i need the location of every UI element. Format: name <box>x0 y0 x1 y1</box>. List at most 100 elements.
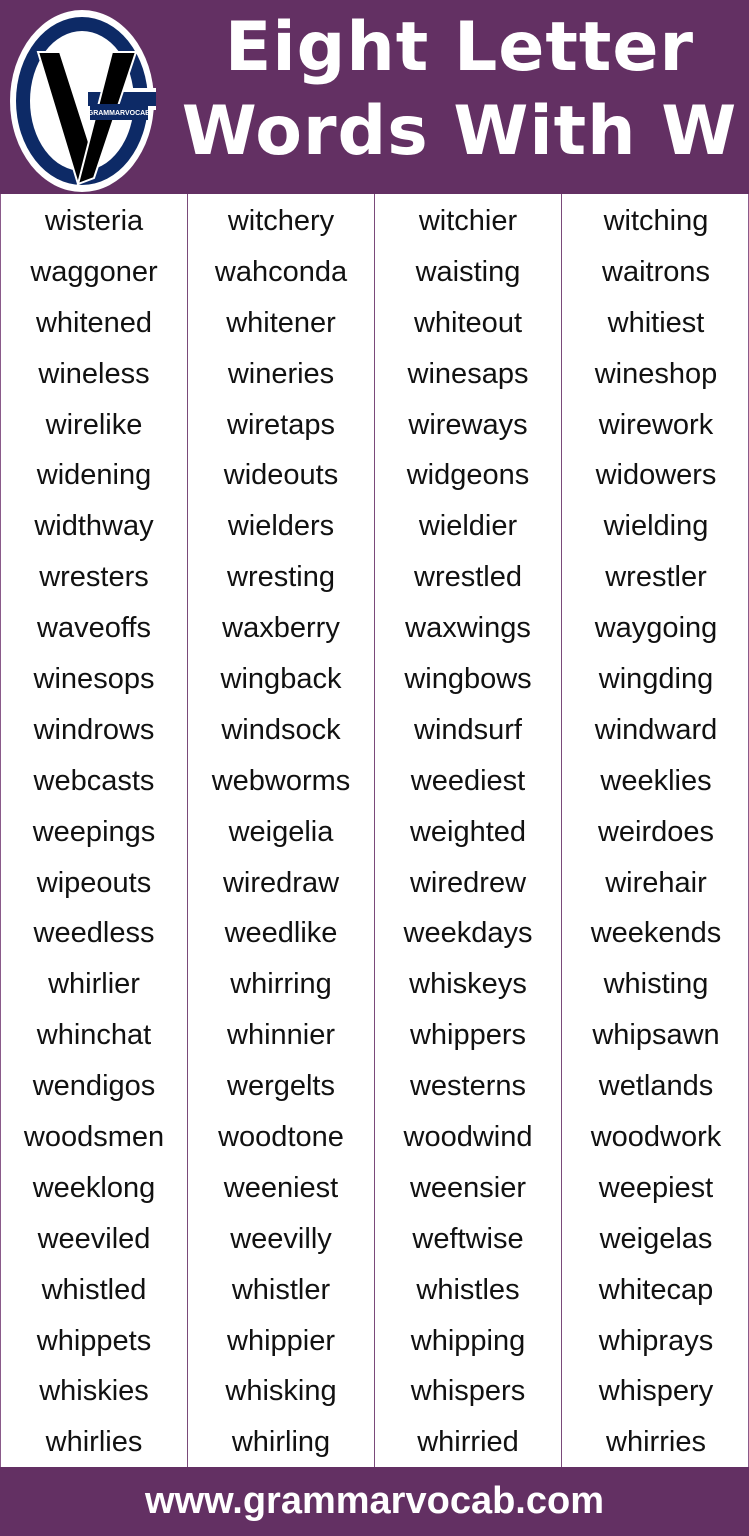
word-cell: waisting <box>415 255 521 288</box>
word-table: wisteria waggoner whitened wineless wirelike… <box>0 194 749 1469</box>
title-line-2: Words With W <box>181 92 738 171</box>
word-cell: weeklies <box>600 764 712 797</box>
word-cell: wrestler <box>605 561 707 594</box>
word-cell: wineshop <box>594 357 718 390</box>
word-cell: wielding <box>603 510 709 543</box>
word-cell: wingding <box>598 663 714 696</box>
header-banner: GRAMMARVOCAB Eight Letter Words With W <box>0 0 749 194</box>
word-cell: whisting <box>603 968 709 1001</box>
word-cell: whinnier <box>227 1019 335 1052</box>
word-cell: whinchat <box>36 1019 152 1052</box>
word-cell: weeniest <box>223 1171 339 1204</box>
word-cell: whirried <box>417 1426 519 1459</box>
word-cell: whispery <box>598 1375 714 1408</box>
word-cell: wiretaps <box>227 408 335 441</box>
word-cell: weigelas <box>599 1222 713 1255</box>
word-cell: windsurf <box>414 713 522 746</box>
word-cell: whippers <box>409 1019 527 1052</box>
word-cell: whippets <box>36 1324 152 1357</box>
word-cell: windward <box>594 713 718 746</box>
word-cell: whistled <box>41 1273 147 1306</box>
word-cell: wingback <box>220 663 342 696</box>
word-cell: woodwork <box>590 1121 722 1154</box>
word-cell: whiskies <box>39 1375 149 1408</box>
word-cell: wergelts <box>227 1070 335 1103</box>
word-cell: windrows <box>33 713 155 746</box>
word-cell: weirdoes <box>597 815 715 848</box>
word-cell: wireways <box>408 408 528 441</box>
word-cell: waxberry <box>222 612 340 645</box>
word-cell: weedlike <box>224 917 338 950</box>
word-cell: weeviled <box>37 1222 151 1255</box>
title-line-1: Eight Letter <box>224 8 695 87</box>
word-cell: webworms <box>211 764 351 797</box>
word-column-2: witchery wahconda whitener wineries wiretaps… <box>188 194 375 1469</box>
word-cell: whiprays <box>598 1324 714 1357</box>
word-cell: westerns <box>409 1070 527 1103</box>
word-cell: wirehair <box>605 866 707 899</box>
word-cell: whiskeys <box>409 968 527 1001</box>
word-cell: winesops <box>33 663 155 696</box>
word-cell: widowers <box>595 459 717 492</box>
word-cell: witchery <box>227 205 335 237</box>
word-cell: webcasts <box>33 764 155 797</box>
word-cell: wirework <box>598 408 714 441</box>
word-cell: wipeouts <box>36 866 152 899</box>
page-title: Eight Letter Words With W <box>170 6 749 174</box>
word-cell: whisking <box>225 1375 337 1408</box>
word-cell: weensier <box>409 1171 527 1204</box>
word-cell: weedless <box>33 917 155 950</box>
word-cell: widgeons <box>406 459 530 492</box>
word-cell: wineless <box>38 357 150 390</box>
word-cell: witching <box>603 205 709 237</box>
word-cell: wetlands <box>598 1070 714 1103</box>
word-cell: whiteout <box>413 306 522 339</box>
word-cell: whitened <box>35 306 153 339</box>
word-cell: woodsmen <box>23 1121 165 1154</box>
word-cell: whitener <box>226 306 336 339</box>
word-cell: weeklong <box>32 1171 156 1204</box>
word-cell: wineries <box>227 357 335 390</box>
word-cell: waveoffs <box>37 612 151 645</box>
word-cell: whipsawn <box>592 1019 720 1052</box>
word-cell: wresting <box>227 561 335 594</box>
word-cell: whipping <box>410 1324 526 1357</box>
word-cell: whirring <box>230 968 332 1001</box>
word-cell: wahconda <box>214 255 348 288</box>
word-cell: whitiest <box>607 306 705 339</box>
word-cell: wielders <box>227 510 335 543</box>
word-cell: whirries <box>606 1426 706 1459</box>
word-cell: waygoing <box>594 612 718 645</box>
word-cell: waggoner <box>30 255 158 288</box>
word-cell: waitrons <box>602 255 710 288</box>
word-cell: whispers <box>410 1375 526 1408</box>
word-cell: woodtone <box>218 1121 344 1154</box>
word-cell: widening <box>36 459 152 492</box>
word-cell: wiredraw <box>222 866 340 899</box>
word-column-4: witching waitrons whitiest wineshop wirework… <box>562 194 749 1468</box>
word-cell: weighted <box>409 815 527 848</box>
word-cell: whistler <box>231 1273 331 1306</box>
word-cell: wingbows <box>404 663 532 696</box>
footer-url: www.grammarvocab.com <box>0 1467 749 1536</box>
word-cell: widthway <box>34 510 154 543</box>
word-cell: weepiest <box>598 1171 714 1204</box>
word-cell: wendigos <box>32 1070 156 1103</box>
word-cell: wiredrew <box>409 866 527 899</box>
word-cell: wideouts <box>223 459 339 492</box>
word-cell: winesaps <box>407 357 529 390</box>
word-cell: wrestled <box>414 561 522 594</box>
word-column-3: witchier waisting whiteout winesaps wireways… <box>375 194 562 1469</box>
logo-text: GRAMMARVOCAB <box>88 110 150 117</box>
word-cell: weigelia <box>228 815 334 848</box>
word-cell: whirling <box>231 1426 331 1459</box>
word-column-1: wisteria waggoner whitened wineless wirelike… <box>1 194 188 1469</box>
word-cell: weediest <box>410 764 526 797</box>
word-cell: woodwind <box>403 1121 533 1154</box>
word-cell: weevilly <box>230 1222 332 1255</box>
word-cell: whistles <box>416 1273 520 1306</box>
word-cell: whirlier <box>48 968 140 1001</box>
word-cell: witchier <box>418 205 518 237</box>
word-cell: wisteria <box>44 205 144 237</box>
word-cell: wirelike <box>45 408 143 441</box>
